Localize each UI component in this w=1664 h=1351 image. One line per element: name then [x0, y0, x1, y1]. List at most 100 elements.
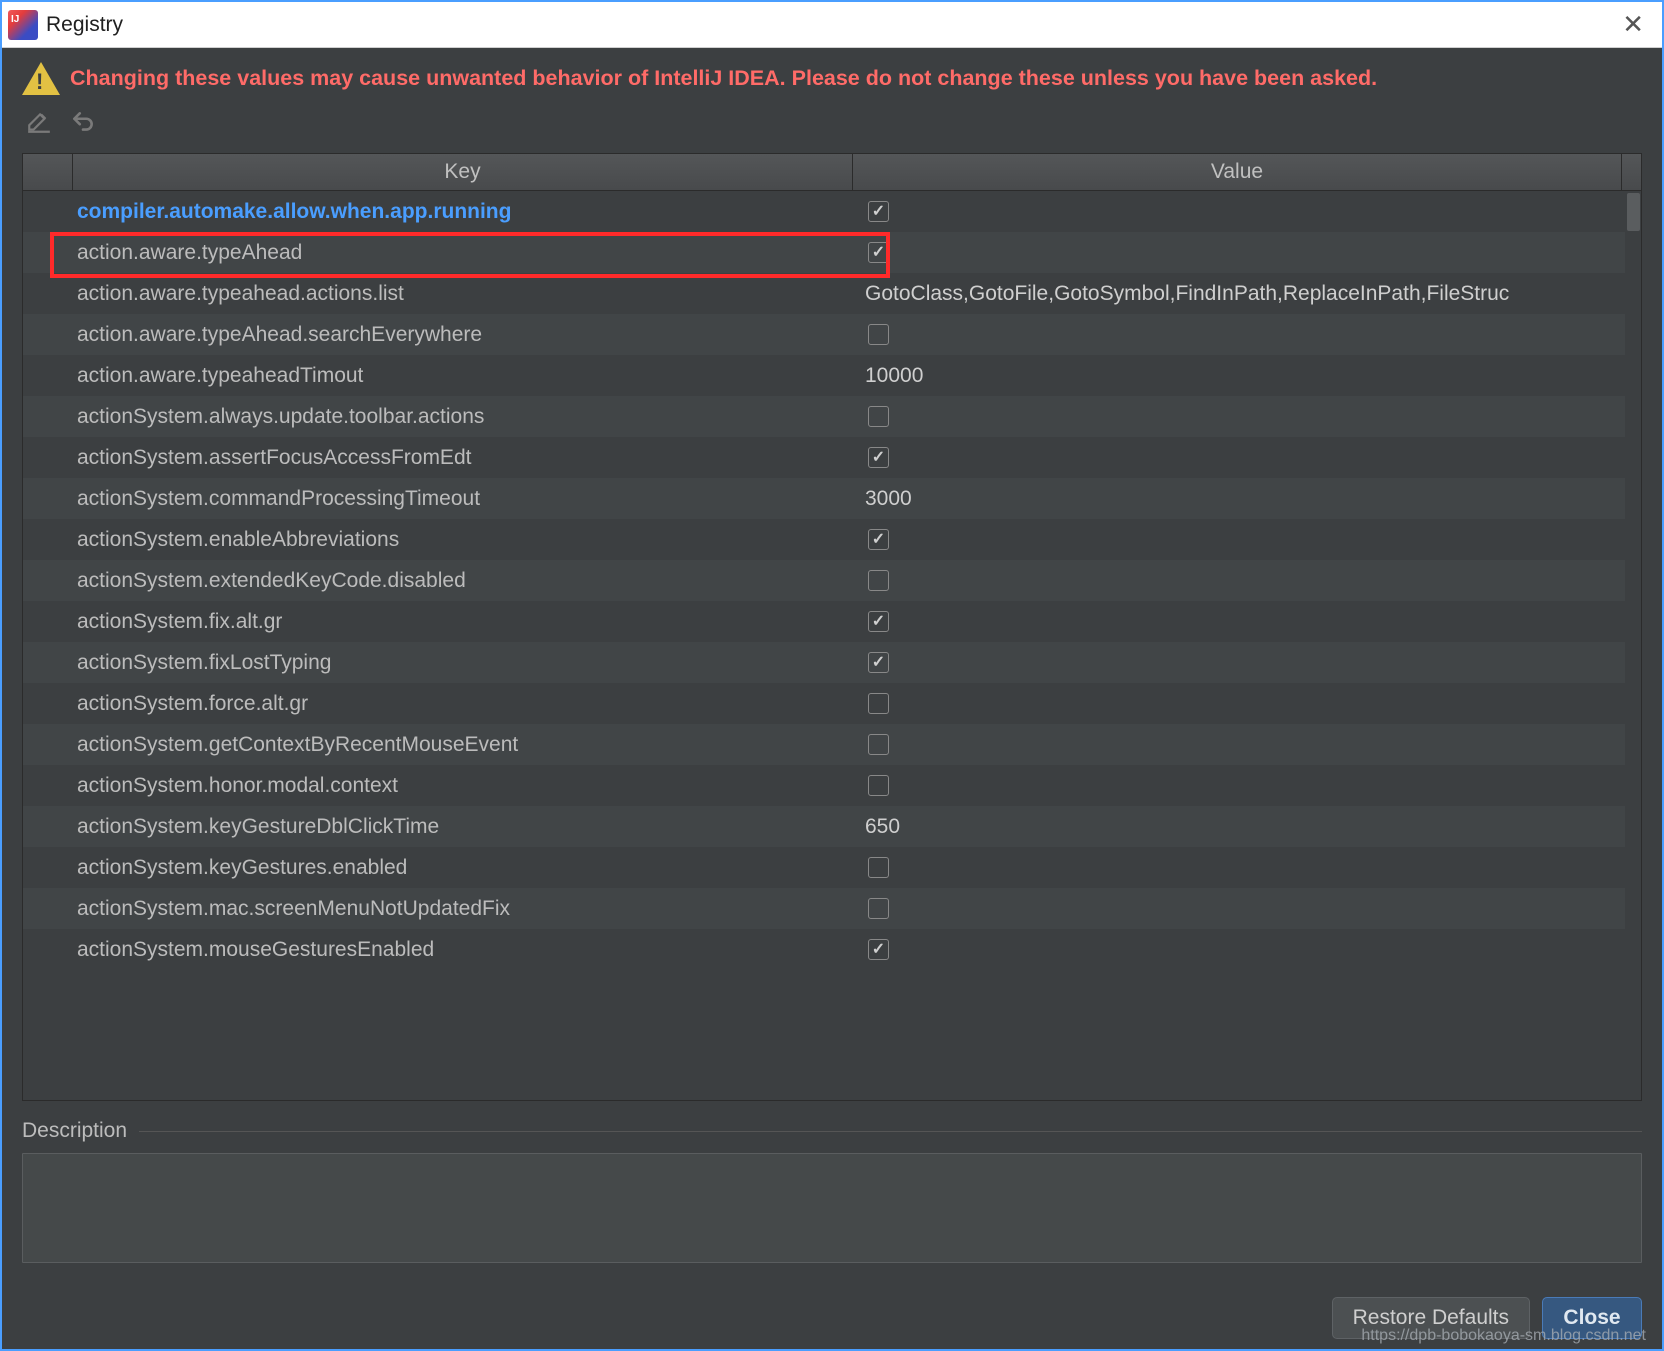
registry-key-cell: action.aware.typeaheadTimout	[23, 364, 853, 388]
registry-value-cell[interactable]: 3000	[853, 487, 1621, 511]
registry-key-cell: actionSystem.mouseGesturesEnabled	[23, 938, 853, 962]
table-row[interactable]: actionSystem.enableAbbreviations	[23, 519, 1641, 560]
table-row[interactable]: compiler.automake.allow.when.app.running	[23, 191, 1641, 232]
titlebar: Registry ✕	[2, 2, 1662, 48]
registry-value-cell[interactable]	[853, 570, 1621, 591]
description-section: Description	[22, 1119, 1642, 1263]
toolbar	[22, 103, 1642, 147]
close-icon[interactable]: ✕	[1614, 7, 1652, 42]
registry-value-cell[interactable]	[853, 529, 1621, 550]
checkbox[interactable]	[868, 611, 889, 632]
registry-key-text: actionSystem.always.update.toolbar.actio…	[77, 405, 484, 428]
checkbox[interactable]	[868, 529, 889, 550]
checkbox[interactable]	[868, 570, 889, 591]
scrollbar-track[interactable]	[1625, 191, 1641, 1100]
checkbox[interactable]	[868, 898, 889, 919]
registry-value-cell[interactable]	[853, 775, 1621, 796]
registry-value-cell[interactable]	[853, 693, 1621, 714]
registry-key-cell: actionSystem.extendedKeyCode.disabled	[23, 569, 853, 593]
table-row[interactable]: action.aware.typeAhead	[23, 232, 1641, 273]
registry-key-text: actionSystem.mouseGesturesEnabled	[77, 938, 434, 961]
table-row[interactable]: actionSystem.honor.modal.context	[23, 765, 1641, 806]
window-title: Registry	[46, 13, 123, 37]
table-row[interactable]: action.aware.typeahead.actions.list GotoC…	[23, 273, 1641, 314]
registry-key-cell: compiler.automake.allow.when.app.running	[23, 200, 853, 224]
table-header: Key Value	[23, 154, 1641, 191]
checkbox[interactable]	[868, 775, 889, 796]
registry-value-cell[interactable]: 650	[853, 815, 1621, 839]
registry-value-cell[interactable]	[853, 939, 1621, 960]
checkbox[interactable]	[868, 324, 889, 345]
registry-key-text: actionSystem.enableAbbreviations	[77, 528, 399, 551]
registry-value-cell[interactable]: 10000	[853, 364, 1621, 388]
table-row[interactable]: actionSystem.getContextByRecentMouseEven…	[23, 724, 1641, 765]
table-row[interactable]: actionSystem.mouseGesturesEnabled	[23, 929, 1641, 970]
header-value[interactable]: Value	[853, 154, 1621, 190]
checkbox[interactable]	[868, 693, 889, 714]
registry-value-cell[interactable]	[853, 324, 1621, 345]
registry-key-cell: actionSystem.keyGestureDblClickTime	[23, 815, 853, 839]
registry-key-text: actionSystem.getContextByRecentMouseEven…	[77, 733, 518, 756]
checkbox[interactable]	[868, 652, 889, 673]
table-row[interactable]: actionSystem.always.update.toolbar.actio…	[23, 396, 1641, 437]
checkbox[interactable]	[868, 201, 889, 222]
registry-key-cell: actionSystem.honor.modal.context	[23, 774, 853, 798]
registry-key-cell: action.aware.typeahead.actions.list	[23, 282, 853, 306]
warning-text: Changing these values may cause unwanted…	[70, 66, 1377, 91]
registry-key-text: actionSystem.mac.screenMenuNotUpdatedFix	[77, 897, 510, 920]
checkbox[interactable]	[868, 242, 889, 263]
table-row[interactable]: actionSystem.fixLostTyping	[23, 642, 1641, 683]
table-row[interactable]: action.aware.typeaheadTimout10000	[23, 355, 1641, 396]
registry-value-cell[interactable]	[853, 898, 1621, 919]
table-row[interactable]: action.aware.typeAhead.searchEverywhere	[23, 314, 1641, 355]
registry-key-text: actionSystem.fixLostTyping	[77, 651, 331, 674]
registry-key-text: actionSystem.force.alt.gr	[77, 692, 308, 715]
table-row[interactable]: actionSystem.keyGestureDblClickTime 650	[23, 806, 1641, 847]
header-key[interactable]: Key	[73, 154, 853, 190]
registry-value-cell[interactable]	[853, 406, 1621, 427]
watermark-text: https://dpb-bobokaoya-sm.blog.csdn.net	[1361, 1327, 1646, 1345]
content-area: Changing these values may cause unwanted…	[2, 48, 1662, 1279]
table-row[interactable]: actionSystem.mac.screenMenuNotUpdatedFix	[23, 888, 1641, 929]
registry-key-text: action.aware.typeAhead.searchEverywhere	[77, 323, 482, 346]
checkbox[interactable]	[868, 939, 889, 960]
description-header: Description	[22, 1119, 1642, 1143]
checkbox[interactable]	[868, 857, 889, 878]
table-row[interactable]: actionSystem.extendedKeyCode.disabled	[23, 560, 1641, 601]
checkbox[interactable]	[868, 734, 889, 755]
checkbox[interactable]	[868, 406, 889, 427]
registry-value-cell[interactable]	[853, 857, 1621, 878]
registry-key-text: actionSystem.honor.modal.context	[77, 774, 398, 797]
table-row[interactable]: actionSystem.fix.alt.gr	[23, 601, 1641, 642]
registry-value-cell[interactable]	[853, 734, 1621, 755]
table-row[interactable]: actionSystem.assertFocusAccessFromEdt	[23, 437, 1641, 478]
checkbox[interactable]	[868, 447, 889, 468]
registry-key-text: actionSystem.assertFocusAccessFromEdt	[77, 446, 471, 469]
table-row[interactable]: actionSystem.force.alt.gr	[23, 683, 1641, 724]
registry-value-cell[interactable]	[853, 242, 1621, 263]
registry-value-cell[interactable]	[853, 201, 1621, 222]
header-gutter	[23, 154, 73, 190]
separator-line	[139, 1131, 1642, 1132]
registry-key-cell: actionSystem.fix.alt.gr	[23, 610, 853, 634]
registry-key-text: actionSystem.fix.alt.gr	[77, 610, 282, 633]
registry-key-text: actionSystem.keyGestures.enabled	[77, 856, 407, 879]
registry-value-cell[interactable]	[853, 611, 1621, 632]
registry-value-cell[interactable]	[853, 652, 1621, 673]
revert-icon[interactable]	[70, 109, 96, 139]
table-row[interactable]: actionSystem.keyGestures.enabled	[23, 847, 1641, 888]
table-row[interactable]: actionSystem.commandProcessingTimeout 300…	[23, 478, 1641, 519]
warning-banner: Changing these values may cause unwanted…	[22, 62, 1642, 95]
registry-key-cell: actionSystem.keyGestures.enabled	[23, 856, 853, 880]
registry-value-cell[interactable]	[853, 447, 1621, 468]
registry-value-text: 650	[865, 815, 900, 839]
registry-key-text: actionSystem.commandProcessingTimeout	[77, 487, 480, 510]
registry-value-text: GotoClass,GotoFile,GotoSymbol,FindInPath…	[865, 282, 1509, 306]
description-textarea[interactable]	[22, 1153, 1642, 1263]
edit-icon[interactable]	[26, 109, 52, 139]
scrollbar-thumb[interactable]	[1627, 193, 1640, 231]
registry-table: Key Value compiler.automake.allow.when.a…	[22, 153, 1642, 1101]
registry-value-cell[interactable]: GotoClass,GotoFile,GotoSymbol,FindInPath…	[853, 282, 1621, 306]
registry-value-text: 3000	[865, 487, 912, 511]
warning-icon	[22, 62, 60, 95]
